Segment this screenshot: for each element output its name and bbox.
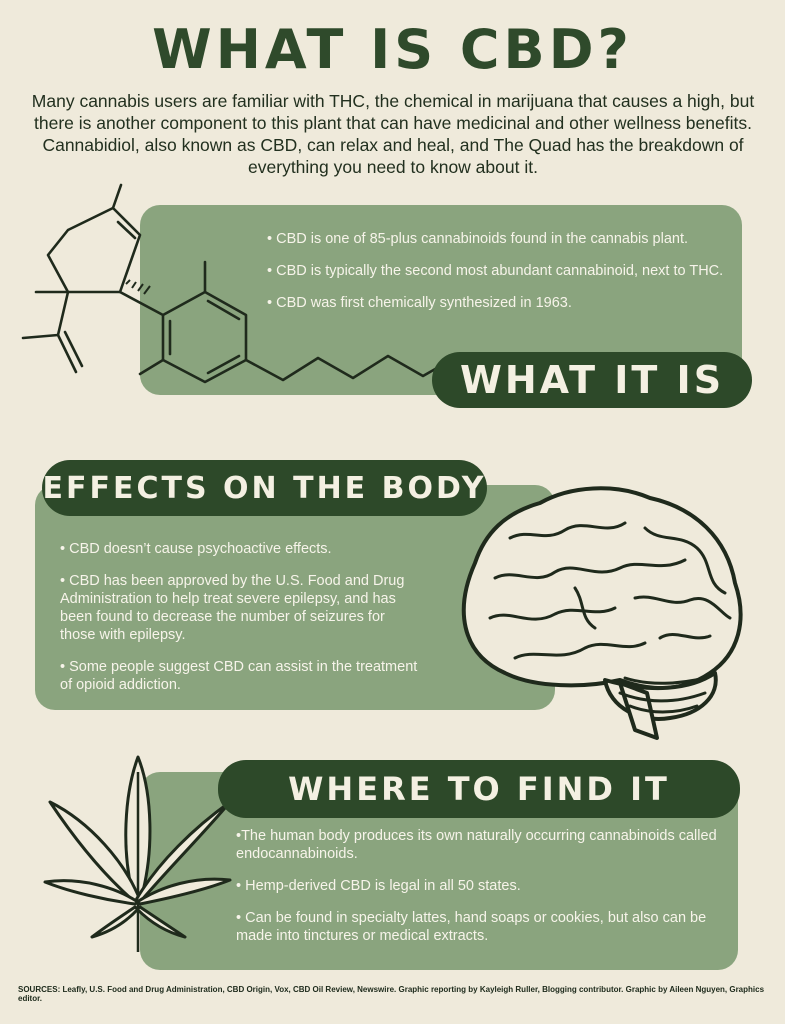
list-item: • CBD has been approved by the U.S. Food… — [60, 573, 405, 643]
list-item: • Some people suggest CBD can assist in … — [60, 659, 418, 693]
sources-credit: SOURCES: Leafly, U.S. Food and Drug Admi… — [18, 985, 765, 1003]
list-item: •The human body produces its own natural… — [236, 828, 717, 862]
brain-icon — [461, 486, 743, 740]
list-item: • Can be found in specialty lattes, hand… — [236, 910, 707, 944]
infographic: WHAT IS CBD? Many cannabis users are fam… — [0, 0, 785, 1024]
effects-heading: EFFECTS ON THE BODY — [42, 460, 487, 516]
effects-list: • CBD doesn’t cause psychoactive effects… — [60, 540, 420, 708]
page-title: WHAT IS CBD? — [152, 18, 633, 81]
intro-paragraph: Many cannabis users are familiar with TH… — [31, 91, 755, 177]
where-list: •The human body produces its own natural… — [236, 827, 726, 959]
list-item: • Hemp-derived CBD is legal in all 50 st… — [236, 878, 521, 894]
list-item: • CBD was first chemically synthesized i… — [267, 295, 572, 311]
what-it-is-heading: WHAT IT IS — [432, 352, 752, 408]
list-item: • CBD is typically the second most abund… — [267, 263, 724, 279]
list-item: • CBD doesn’t cause psychoactive effects… — [60, 541, 332, 557]
where-heading: WHERE TO FIND IT — [218, 760, 740, 818]
list-item: • CBD is one of 85-plus cannabinoids fou… — [267, 231, 689, 247]
cannabis-leaf-icon — [43, 755, 232, 952]
what-it-is-list: • CBD is one of 85-plus cannabinoids fou… — [267, 230, 737, 326]
